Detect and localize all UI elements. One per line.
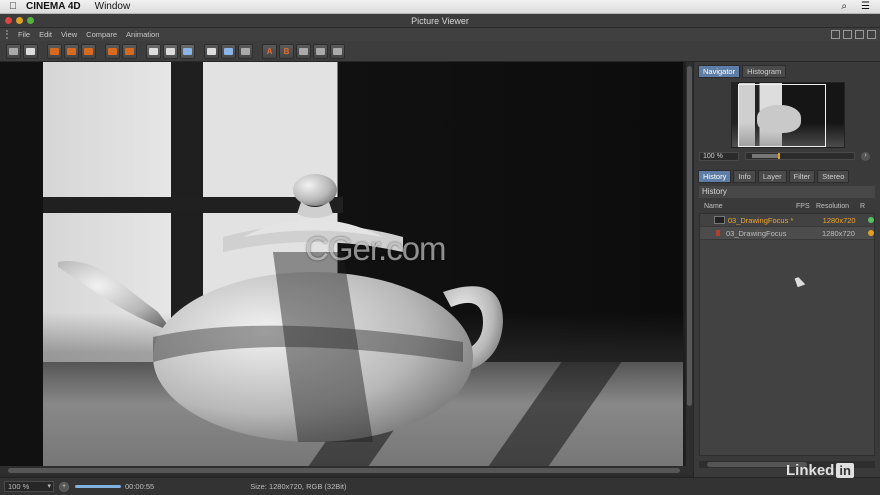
vertical-scroll-thumb[interactable] bbox=[687, 66, 692, 406]
navigator-zoom-field[interactable]: 100 % bbox=[699, 151, 739, 161]
viewer-vertical-scrollbar[interactable] bbox=[685, 62, 693, 466]
image-size-info: Size: 1280x720, RGB (32Bit) bbox=[250, 482, 347, 491]
swap-view-icon[interactable] bbox=[238, 43, 253, 59]
linkedin-in-badge: in bbox=[836, 463, 854, 478]
render-time: 00:00:55 bbox=[125, 482, 155, 491]
move-panel-icon[interactable] bbox=[855, 30, 864, 39]
zoom-dropdown[interactable]: 100 % bbox=[4, 481, 54, 492]
layout-controls bbox=[831, 30, 880, 39]
notification-list-icon[interactable]: ☰ bbox=[861, 1, 870, 12]
image-viewport[interactable]: CGer.com bbox=[0, 62, 685, 466]
watermark-text: CGer.com bbox=[305, 230, 447, 267]
history-item-name: 03_DrawingFocus bbox=[726, 228, 787, 238]
spotlight-search-icon[interactable]: ⌕ bbox=[841, 1, 847, 12]
stereo-view-icon[interactable] bbox=[204, 43, 219, 59]
close-window-button[interactable] bbox=[5, 17, 12, 24]
render-thumbnail-icon bbox=[714, 216, 725, 224]
show-ab-compare-icon[interactable] bbox=[180, 43, 195, 59]
zoom-in-button[interactable]: › bbox=[861, 151, 870, 161]
menu-window[interactable]: Window bbox=[95, 1, 131, 12]
horizontal-scroll-thumb[interactable] bbox=[8, 468, 680, 473]
app-menu-cinema4d[interactable]: CINEMA 4D bbox=[26, 1, 81, 12]
render-to-picture-viewer-icon[interactable] bbox=[81, 43, 96, 59]
compare-options-icon[interactable] bbox=[296, 43, 311, 59]
viewer-horizontal-scrollbar[interactable] bbox=[0, 466, 693, 475]
picture-options-icon[interactable] bbox=[330, 43, 345, 59]
status-dot-icon bbox=[868, 230, 874, 236]
column-resolution[interactable]: Resolution bbox=[816, 203, 860, 210]
tab-info[interactable]: Info bbox=[733, 170, 756, 183]
menu-view[interactable]: View bbox=[61, 30, 77, 39]
show-ab-b-icon[interactable] bbox=[163, 43, 178, 59]
new-panel-icon[interactable] bbox=[843, 30, 852, 39]
zoom-window-button[interactable] bbox=[27, 17, 34, 24]
menu-edit[interactable]: Edit bbox=[39, 30, 52, 39]
toolbar: A B bbox=[0, 41, 880, 62]
history-list: 03_DrawingFocus * 1280x720 03_DrawingFoc… bbox=[699, 213, 875, 456]
tab-stereo[interactable]: Stereo bbox=[817, 170, 850, 183]
menubar-grip-icon[interactable] bbox=[6, 30, 12, 39]
info-tabs: History Info Layer Filter Stereo bbox=[698, 170, 850, 183]
menu-compare[interactable]: Compare bbox=[86, 30, 117, 39]
render-region-icon[interactable] bbox=[47, 43, 62, 59]
stop-render-icon[interactable] bbox=[105, 43, 120, 59]
linkedin-word: Linked bbox=[786, 462, 835, 479]
window-controls bbox=[5, 17, 34, 24]
navigator-thumbnail[interactable] bbox=[731, 82, 845, 148]
history-item-resolution: 1280x720 bbox=[822, 228, 855, 238]
history-item-resolution: 1280x720 bbox=[822, 215, 856, 225]
apple-icon[interactable]:  bbox=[0, 1, 26, 12]
minimize-window-button[interactable] bbox=[16, 17, 23, 24]
history-column-headers: Name FPS Resolution R bbox=[699, 201, 875, 212]
history-options-icon[interactable] bbox=[313, 43, 328, 59]
side-panel: Navigator Histogram 100 % › History Info… bbox=[693, 62, 880, 477]
navigator-zoom-slider[interactable] bbox=[745, 152, 855, 160]
navigator-tabs: Navigator Histogram bbox=[698, 65, 787, 78]
system-menubar:  CINEMA 4D Window ⌕ ☰ bbox=[0, 0, 880, 14]
window-titlebar: Picture Viewer bbox=[0, 14, 880, 28]
timeline-progress[interactable] bbox=[75, 485, 121, 488]
set-b-icon[interactable]: B bbox=[279, 43, 294, 59]
zoom-step-button[interactable]: + bbox=[59, 481, 69, 492]
column-fps[interactable]: FPS bbox=[796, 203, 816, 210]
navigator-view-frame[interactable] bbox=[738, 84, 826, 147]
panel-menu-icon[interactable] bbox=[867, 30, 876, 39]
history-item-name: 03_DrawingFocus * bbox=[727, 215, 794, 225]
window-title: Picture Viewer bbox=[411, 15, 469, 26]
render-settings-icon[interactable] bbox=[122, 43, 137, 59]
tab-histogram[interactable]: Histogram bbox=[742, 65, 787, 78]
tab-filter[interactable]: Filter bbox=[788, 170, 816, 183]
zoom-slider-fill bbox=[752, 154, 778, 158]
panel-layout-icon[interactable] bbox=[831, 30, 840, 39]
tab-layer[interactable]: Layer bbox=[757, 170, 787, 183]
status-dot-icon bbox=[868, 217, 874, 223]
save-file-icon[interactable] bbox=[23, 43, 38, 59]
status-bar: 100 % + 00:00:55 Size: 1280x720, RGB (32… bbox=[0, 477, 880, 495]
menu-file[interactable]: File bbox=[18, 30, 30, 39]
linkedin-watermark: Linked in bbox=[786, 462, 854, 479]
tab-navigator[interactable]: Navigator bbox=[698, 65, 741, 78]
app-menubar: File Edit View Compare Animation bbox=[0, 28, 880, 41]
column-name[interactable]: Name bbox=[704, 203, 796, 210]
history-section-title: History bbox=[699, 186, 875, 198]
set-a-icon[interactable]: A bbox=[262, 43, 277, 59]
menu-animation[interactable]: Animation bbox=[126, 30, 159, 39]
show-ab-a-icon[interactable] bbox=[146, 43, 161, 59]
navigator-zoom-row: 100 % › bbox=[699, 151, 875, 161]
tab-history[interactable]: History bbox=[698, 170, 732, 183]
history-row[interactable]: 03_DrawingFocus * 1280x720 bbox=[700, 214, 874, 227]
render-item-marker-icon bbox=[716, 230, 720, 236]
render-active-view-icon[interactable] bbox=[64, 43, 79, 59]
history-row[interactable]: 03_DrawingFocus 1280x720 bbox=[700, 227, 874, 240]
column-r[interactable]: R bbox=[860, 203, 865, 210]
viewport-margin bbox=[0, 62, 43, 466]
open-file-icon[interactable] bbox=[6, 43, 21, 59]
split-view-icon[interactable] bbox=[221, 43, 236, 59]
zoom-slider-handle[interactable] bbox=[778, 153, 780, 159]
